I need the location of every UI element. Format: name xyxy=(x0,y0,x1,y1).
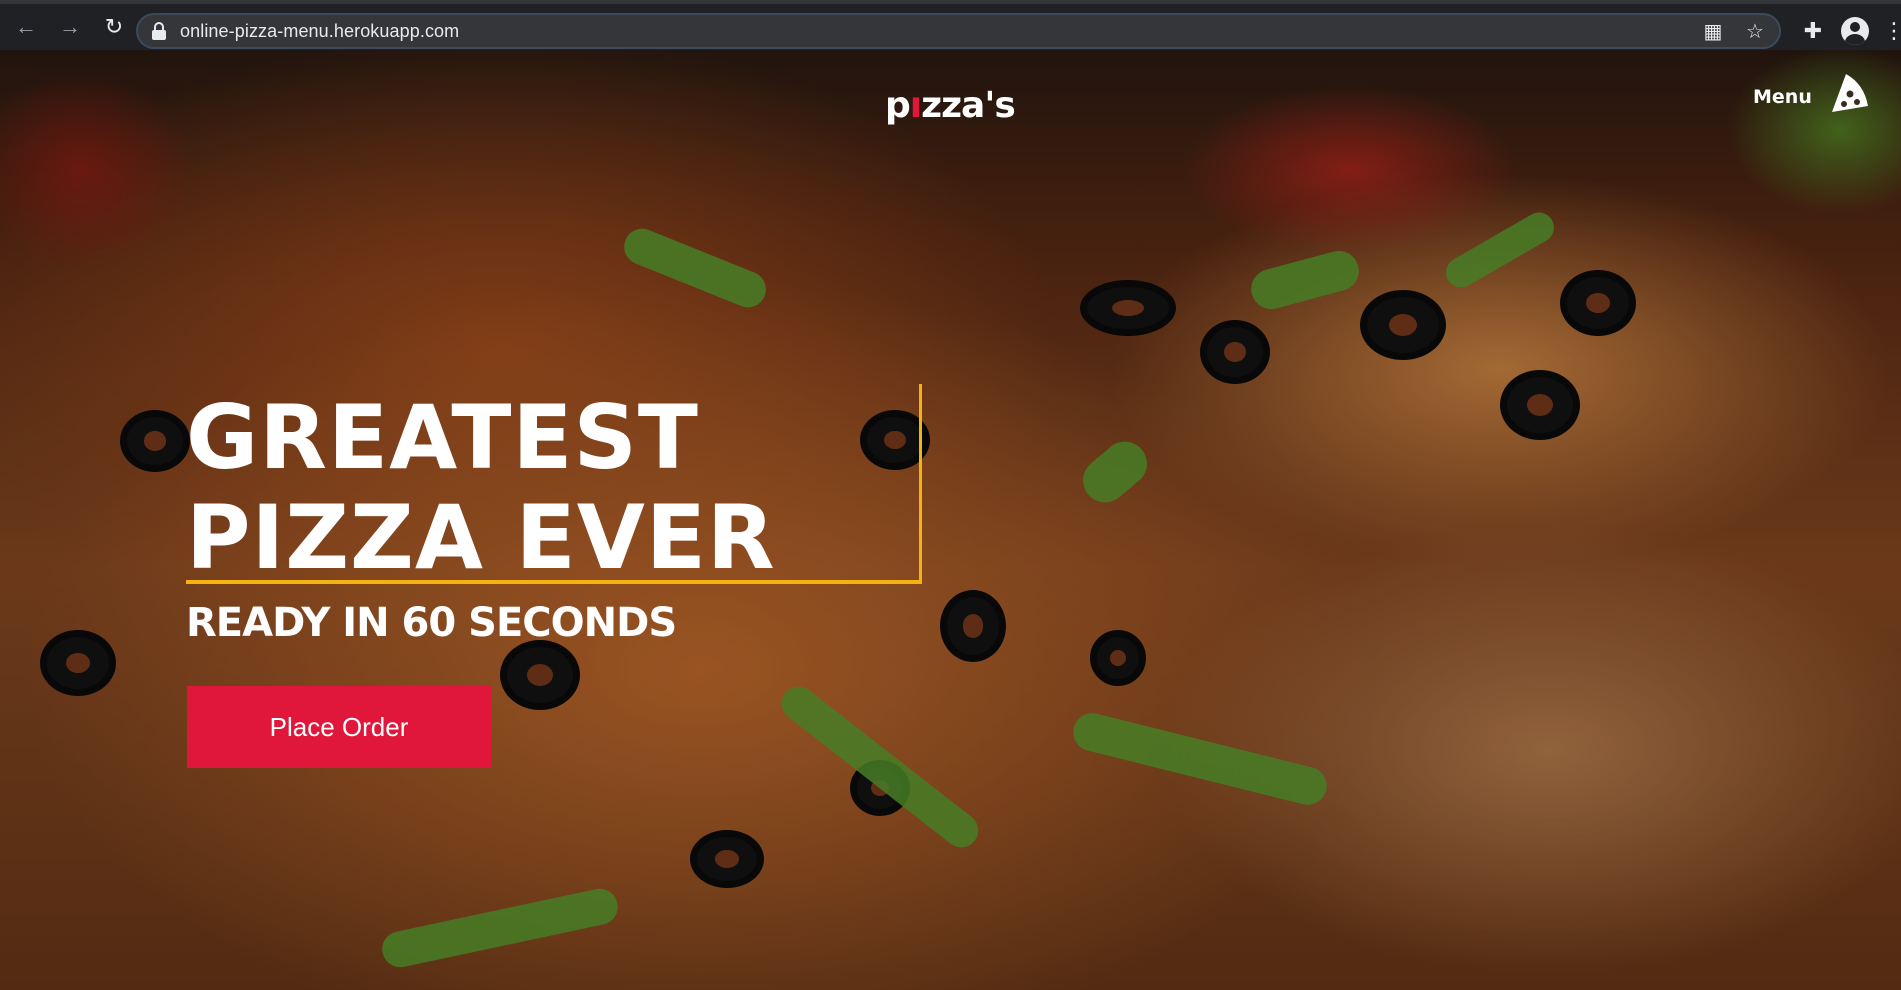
site-logo[interactable]: pızza's xyxy=(885,85,1016,126)
account-icon[interactable] xyxy=(1841,17,1869,45)
hero-headline: GREATEST PIZZA EVER xyxy=(186,388,776,588)
star-icon[interactable]: ☆ xyxy=(1743,19,1767,44)
hero-subheadline: READY IN 60 SECONDS xyxy=(186,600,677,646)
forward-icon[interactable]: → xyxy=(48,5,92,49)
hero-section: pızza's Menu GREATEST PIZZA EVER READY IN… xyxy=(0,50,1901,990)
browser-toolbar: ← → ↻ online-pizza-menu.herokuapp.com ▦ … xyxy=(0,0,1901,50)
puzzle-icon[interactable]: ✚ xyxy=(1799,18,1827,44)
qr-code-icon[interactable]: ▦ xyxy=(1701,19,1725,44)
nav-menu-link[interactable]: Menu xyxy=(1753,86,1812,108)
url-text[interactable]: online-pizza-menu.herokuapp.com xyxy=(180,21,459,42)
lock-icon[interactable] xyxy=(152,22,166,40)
address-bar[interactable]: online-pizza-menu.herokuapp.com ▦ ☆ xyxy=(136,13,1781,49)
headline-line2: PIZZA EVER xyxy=(186,486,776,589)
kebab-menu-icon[interactable]: ⋮ xyxy=(1883,18,1901,44)
pizza-slice-icon[interactable] xyxy=(1824,70,1870,116)
place-order-button[interactable]: Place Order xyxy=(187,686,491,768)
reload-icon[interactable]: ↻ xyxy=(92,5,136,49)
back-icon[interactable]: ← xyxy=(4,5,48,49)
headline-line1: GREATEST xyxy=(186,386,699,489)
